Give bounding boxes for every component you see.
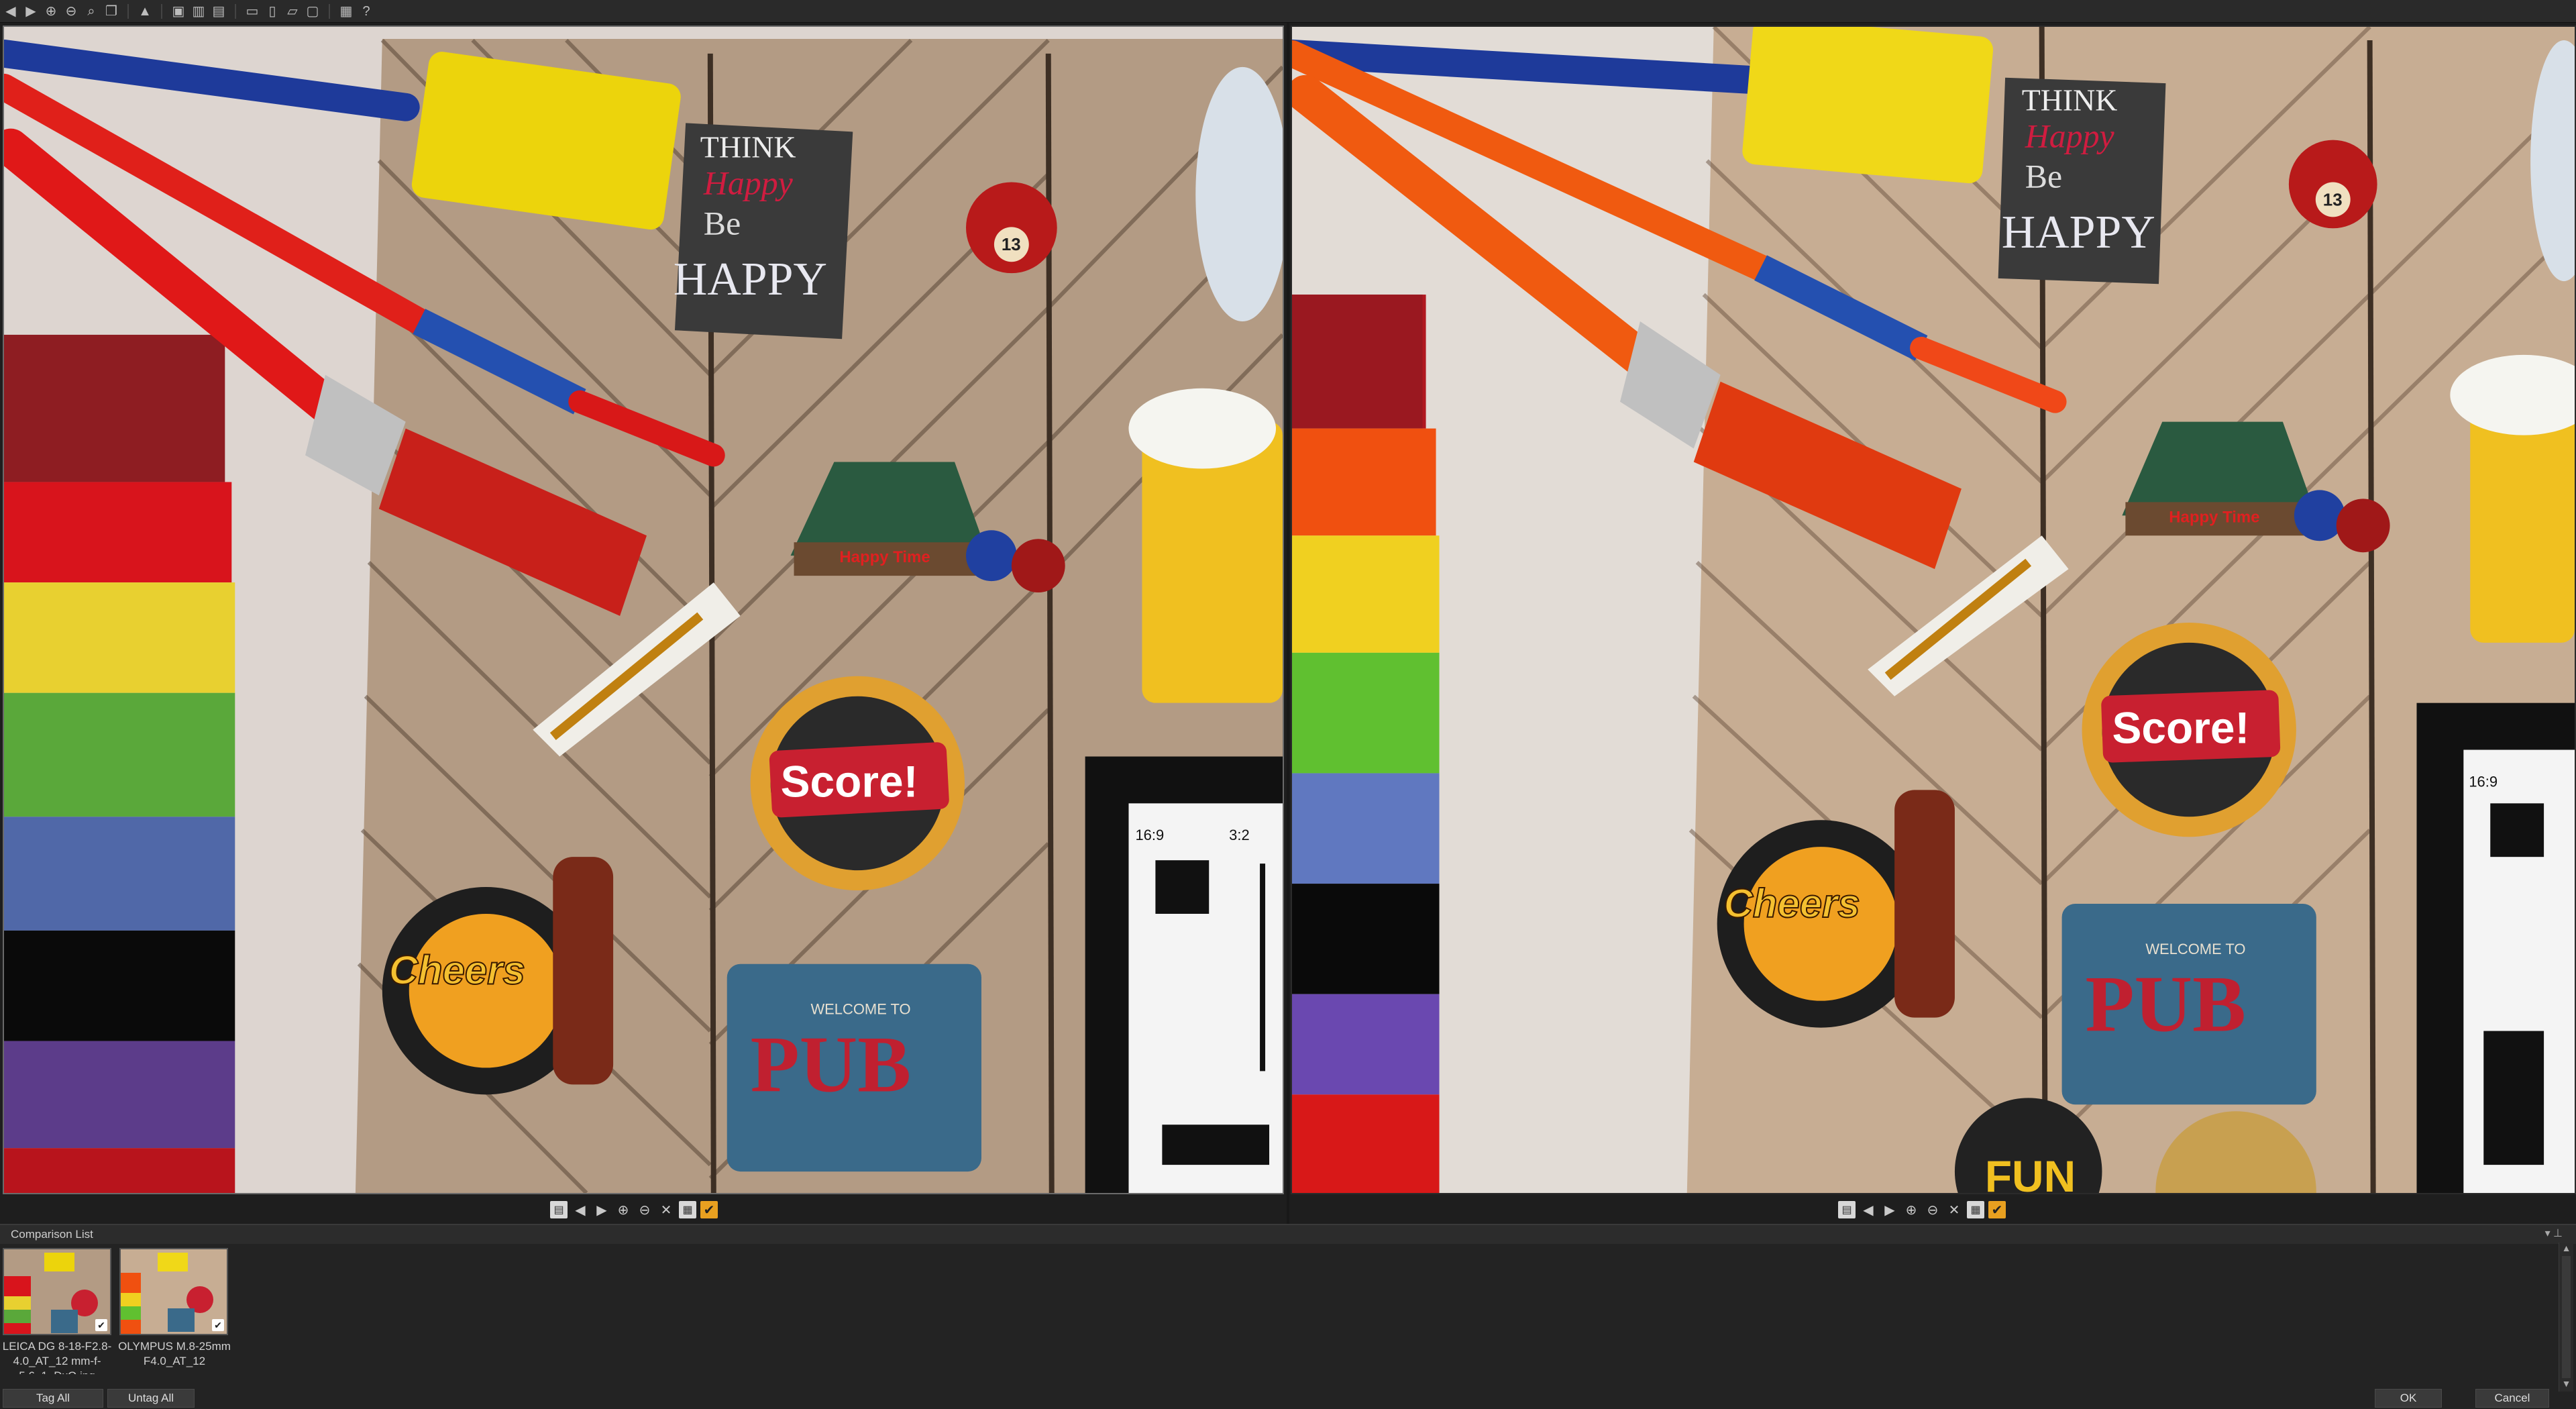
ball-13-label: 13 [1002, 236, 1021, 254]
happy-time-label: Happy Time [839, 548, 930, 566]
cancel-button[interactable]: Cancel [2475, 1389, 2549, 1408]
zoom-out-icon[interactable]: ⊖ [63, 3, 79, 19]
settings-icon[interactable]: ▤ [211, 3, 227, 19]
toolbar-divider [161, 3, 162, 19]
scroll-down-icon[interactable]: ▼ [2559, 1378, 2573, 1392]
scroll-track[interactable] [2562, 1256, 2571, 1378]
main-toolbar: ◀ ▶ ⊕ ⊖ ⌕ ❐ ▲ ▣ ▥ ▤ ▭ ▯ ▱ ▢ ▦ ? [0, 0, 2576, 23]
zoom-in-icon[interactable]: ⊕ [1902, 1201, 1920, 1218]
pub-welcome-label: WELCOME TO [2145, 941, 2245, 957]
chart-16-9-label: 16:9 [1135, 827, 1164, 843]
copy-icon[interactable]: ❐ [103, 3, 119, 19]
viewer-divider[interactable] [1287, 23, 1289, 1224]
tag-icon[interactable]: ✔ [1988, 1201, 2006, 1218]
sign-happy2-text: HAPPY [674, 254, 827, 305]
chart-3-2-label: 3:2 [1229, 827, 1250, 843]
settings-icon[interactable]: ▦ [679, 1201, 696, 1218]
save-icon[interactable]: ▤ [1838, 1201, 1856, 1218]
ok-button[interactable]: OK [2375, 1389, 2442, 1408]
pub-label: PUB [2086, 959, 2246, 1049]
layout-a-icon[interactable]: ▭ [244, 3, 260, 19]
frame-icon[interactable]: ▣ [170, 3, 186, 19]
layout-b-icon[interactable]: ▯ [264, 3, 280, 19]
prev-icon[interactable]: ◀ [1860, 1201, 1877, 1218]
thumb-checkmark-icon[interactable]: ✔ [95, 1319, 107, 1331]
untag-all-button[interactable]: Untag All [107, 1389, 195, 1408]
sign-be-text: Be [704, 205, 741, 242]
zoom-menu-icon[interactable]: ⌕ [83, 3, 99, 19]
cheers-label: Cheers [1724, 881, 1860, 926]
close-icon[interactable]: ✕ [657, 1201, 675, 1218]
layout-c-icon[interactable]: ▱ [284, 3, 301, 19]
thumb-checkmark-icon[interactable]: ✔ [212, 1319, 224, 1331]
tag-all-button[interactable]: Tag All [3, 1389, 103, 1408]
pin-icon[interactable]: ▾ ⊥ [2545, 1227, 2563, 1240]
warning-icon[interactable]: ▲ [137, 3, 153, 19]
save-icon[interactable]: ▤ [550, 1201, 568, 1218]
rainbow-sock [1292, 295, 1440, 1193]
comparison-list-title: Comparison List [11, 1228, 93, 1241]
back-icon[interactable]: ◀ [3, 3, 19, 19]
zoom-out-icon[interactable]: ⊖ [636, 1201, 653, 1218]
rainbow-sock [4, 334, 235, 1193]
ball-13-label: 13 [2323, 191, 2343, 209]
next-icon[interactable]: ▶ [1881, 1201, 1898, 1218]
settings-icon[interactable]: ▦ [1967, 1201, 1984, 1218]
help-icon[interactable]: ? [358, 3, 374, 19]
pub-welcome-label: WELCOME TO [810, 1001, 910, 1018]
comparison-list-panel: Comparison List ▾ ⊥ ✔ LEICA DG 8-18-F2.8… [0, 1224, 2576, 1409]
fun-label: FUN [1985, 1151, 2076, 1193]
happy-time-label: Happy Time [2169, 508, 2259, 526]
right-viewer-toolbar: ▤ ◀ ▶ ⊕ ⊖ ✕ ▦ ✔ [1838, 1196, 2006, 1224]
toolbar-divider [235, 3, 236, 19]
chart-16-9-label: 16:9 [2469, 773, 2498, 790]
pub-label: PUB [751, 1019, 911, 1108]
toolbar-divider [329, 3, 330, 19]
zoom-in-icon[interactable]: ⊕ [614, 1201, 632, 1218]
tag-icon[interactable]: ✔ [700, 1201, 718, 1218]
zoom-in-icon[interactable]: ⊕ [43, 3, 59, 19]
right-photo: THINK Happy Be HAPPY 13 Happy Time Score… [1292, 27, 2575, 1193]
zoom-out-icon[interactable]: ⊖ [1924, 1201, 1941, 1218]
toolbar-divider [127, 3, 129, 19]
sign-happy2-text: HAPPY [2002, 207, 2155, 258]
comparison-scrollbar[interactable]: ▲ ▼ [2559, 1243, 2573, 1392]
sign-happy-text: Happy [2025, 118, 2115, 155]
close-icon[interactable]: ✕ [1945, 1201, 1963, 1218]
left-photo: THINK Happy Be HAPPY 13 Happy Time Score… [4, 27, 1283, 1193]
sign-think-text: THINK [700, 130, 796, 164]
sign-be-text: Be [2025, 158, 2062, 195]
comparison-list-header: Comparison List ▾ ⊥ [0, 1225, 2576, 1244]
left-viewer-toolbar: ▤ ◀ ▶ ⊕ ⊖ ✕ ▦ ✔ [550, 1196, 718, 1224]
score-label: Score! [2112, 703, 2249, 753]
comparison-thumb-1[interactable]: ✔ [3, 1248, 111, 1335]
histogram-icon[interactable]: ▥ [191, 3, 207, 19]
next-icon[interactable]: ▶ [593, 1201, 610, 1218]
sign-happy-text: Happy [703, 164, 794, 201]
left-image-viewer[interactable]: THINK Happy Be HAPPY 13 Happy Time Score… [3, 25, 1284, 1194]
forward-icon[interactable]: ▶ [23, 3, 39, 19]
scroll-up-icon[interactable]: ▲ [2559, 1243, 2573, 1256]
score-label: Score! [781, 756, 918, 806]
layout-d-icon[interactable]: ▢ [305, 3, 321, 19]
thumb-caption: OLYMPUS M.8-25mm F4.0_AT_12 [118, 1340, 231, 1367]
sign-think-text: THINK [2022, 83, 2118, 117]
right-image-viewer[interactable]: THINK Happy Be HAPPY 13 Happy Time Score… [1291, 25, 2576, 1194]
prev-icon[interactable]: ◀ [572, 1201, 589, 1218]
thumb-caption: LEICA DG 8-18-F2.8-4.0_AT_12 mm-f-5.6_1_… [2, 1340, 112, 1374]
cheers-label: Cheers [389, 948, 525, 993]
comparison-thumb-2[interactable]: ✔ [119, 1248, 228, 1335]
grid-icon[interactable]: ▦ [338, 3, 354, 19]
